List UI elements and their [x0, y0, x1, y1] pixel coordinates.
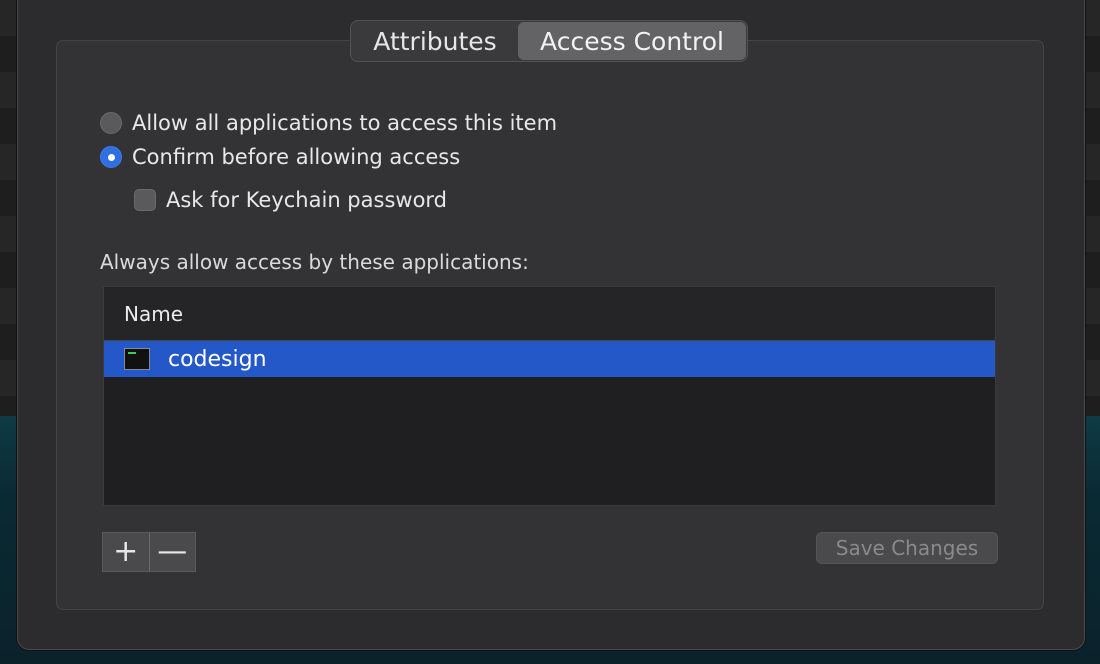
allow-all-option[interactable]: Allow all applications to access this it… — [100, 111, 557, 135]
tab-segmented-control: Attributes Access Control — [350, 20, 748, 62]
tab-attributes[interactable]: Attributes — [352, 22, 518, 60]
confirm-label: Confirm before allowing access — [132, 145, 461, 169]
ask-password-label: Ask for Keychain password — [166, 188, 448, 212]
add-app-button[interactable]: + — [103, 533, 150, 571]
tab-access-control[interactable]: Access Control — [518, 22, 746, 60]
confirm-option[interactable]: Confirm before allowing access — [100, 145, 460, 169]
allow-all-label: Allow all applications to access this it… — [132, 111, 558, 135]
applications-table: Name codesign — [103, 286, 996, 506]
ask-password-option[interactable]: Ask for Keychain password — [134, 188, 447, 212]
remove-app-button[interactable]: — — [150, 533, 196, 571]
column-header-label: Name — [124, 301, 184, 326]
ask-password-checkbox[interactable] — [134, 189, 156, 211]
terminal-icon — [124, 348, 150, 370]
table-header-name[interactable]: Name — [104, 287, 995, 341]
add-remove-control: + — — [102, 532, 196, 572]
app-name: codesign — [168, 346, 267, 372]
apps-section-label: Always allow access by these application… — [100, 250, 529, 274]
table-row[interactable]: codesign — [104, 341, 995, 377]
confirm-radio[interactable] — [100, 146, 122, 168]
save-changes-button[interactable]: Save Changes — [816, 532, 998, 564]
allow-all-radio[interactable] — [100, 112, 122, 134]
